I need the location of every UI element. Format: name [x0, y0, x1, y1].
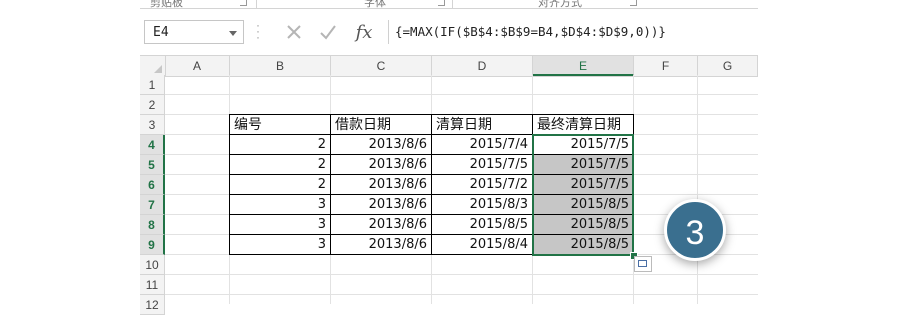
- column-header-e[interactable]: E: [533, 56, 634, 76]
- formula-text: {=MAX(IF($B$4:$B$9=B4,$D$4:$D$9,0))}: [395, 24, 666, 39]
- table-cell[interactable]: 2013/8/6: [331, 235, 431, 255]
- table-cell[interactable]: 2015/8/3: [432, 195, 532, 215]
- ribbon-bottom: 剪贴板 字体 对齐方式: [140, 0, 758, 9]
- select-all-icon: [154, 65, 162, 73]
- column-header-d[interactable]: D: [432, 56, 533, 76]
- worksheet-grid[interactable]: 编号 借款日期 清算日期 最终清算日期 2 2013/8/6 2015/7/4 …: [165, 75, 758, 304]
- insert-function-button[interactable]: fx: [350, 20, 378, 44]
- column-header-c[interactable]: C: [331, 56, 432, 76]
- table-cell[interactable]: 3: [230, 215, 330, 235]
- formula-input[interactable]: {=MAX(IF($B$4:$B$9=B4,$D$4:$D$9,0))}: [388, 20, 758, 44]
- enter-formula-button[interactable]: [314, 20, 342, 44]
- table-cell[interactable]: 2013/8/6: [331, 155, 431, 175]
- table-cell[interactable]: 2015/7/4: [432, 135, 532, 155]
- row-header-10[interactable]: 10: [140, 255, 165, 275]
- chevron-down-icon[interactable]: [229, 31, 237, 36]
- table-cell[interactable]: 2015/8/4: [432, 235, 532, 255]
- row-header-1[interactable]: 1: [140, 75, 165, 95]
- table-border: [330, 114, 331, 255]
- ribbon-group-alignment[interactable]: 对齐方式: [538, 0, 582, 10]
- table-cell[interactable]: 2015/7/2: [432, 175, 532, 195]
- row-header-7[interactable]: 7: [140, 195, 165, 215]
- table-border: [431, 114, 432, 255]
- ribbon-separator: [256, 0, 257, 8]
- name-box-value: E4: [153, 25, 169, 40]
- row-header-6[interactable]: 6: [140, 175, 165, 195]
- column-header-row: A B C D E F G: [140, 55, 758, 77]
- close-icon: [287, 25, 301, 39]
- table-border: [229, 114, 230, 255]
- column-header-g[interactable]: G: [698, 56, 758, 76]
- ribbon-group-clipboard[interactable]: 剪贴板: [150, 0, 183, 10]
- dialog-launcher-icon[interactable]: [630, 0, 637, 6]
- table-header-loan-date[interactable]: 借款日期: [331, 115, 431, 135]
- row-header-5[interactable]: 5: [140, 155, 165, 175]
- gridline: [165, 294, 758, 295]
- table-cell[interactable]: 2015/7/5: [432, 155, 532, 175]
- gridline: [165, 274, 758, 275]
- table-cell[interactable]: 2013/8/6: [331, 215, 431, 235]
- table-header-final-settle-date[interactable]: 最终清算日期: [533, 115, 633, 135]
- dialog-launcher-icon[interactable]: [240, 0, 247, 6]
- table-cell[interactable]: 2013/8/6: [331, 195, 431, 215]
- ribbon-separator: [452, 0, 453, 8]
- column-header-b[interactable]: B: [230, 56, 331, 76]
- table-cell[interactable]: 2: [230, 135, 330, 155]
- step-badge: 3: [664, 199, 726, 261]
- check-icon: [320, 25, 336, 40]
- formula-bar: E4 · · · fx {=MAX(IF($B$4:$B$9=B4,$D$4:$D$…: [140, 16, 758, 48]
- quick-analysis-button[interactable]: [634, 256, 652, 272]
- gridline: [697, 75, 698, 304]
- quick-analysis-icon: [638, 260, 647, 267]
- row-header-2[interactable]: 2: [140, 95, 165, 115]
- table-cell[interactable]: 2015/8/5: [432, 215, 532, 235]
- table-cell[interactable]: 2013/8/6: [331, 135, 431, 155]
- table-cell[interactable]: 3: [230, 235, 330, 255]
- select-all-button[interactable]: [140, 56, 166, 76]
- table-header-id[interactable]: 编号: [230, 115, 330, 135]
- column-header-f[interactable]: F: [634, 56, 698, 76]
- gridline: [165, 94, 758, 95]
- table-cell[interactable]: 2: [230, 155, 330, 175]
- right-margin: [758, 0, 900, 304]
- ribbon-group-font[interactable]: 字体: [364, 0, 386, 10]
- grip-dots-icon[interactable]: · · ·: [256, 19, 260, 43]
- fx-icon: fx: [355, 21, 373, 43]
- table-cell[interactable]: 3: [230, 195, 330, 215]
- column-header-a[interactable]: A: [165, 56, 230, 76]
- selection-border: [532, 134, 634, 256]
- row-header-3[interactable]: 3: [140, 115, 165, 135]
- row-header-9[interactable]: 9: [140, 235, 165, 255]
- row-header-11[interactable]: 11: [140, 275, 165, 295]
- table-cell[interactable]: 2013/8/6: [331, 175, 431, 195]
- name-box[interactable]: E4: [144, 20, 244, 44]
- table-header-settle-date[interactable]: 清算日期: [432, 115, 532, 135]
- table-cell[interactable]: 2: [230, 175, 330, 195]
- row-header-8[interactable]: 8: [140, 215, 165, 235]
- left-margin: [0, 0, 140, 304]
- row-header-12[interactable]: 12: [140, 295, 165, 315]
- cancel-formula-button[interactable]: [280, 20, 308, 44]
- row-header-4[interactable]: 4: [140, 135, 165, 155]
- dialog-launcher-icon[interactable]: [438, 0, 445, 6]
